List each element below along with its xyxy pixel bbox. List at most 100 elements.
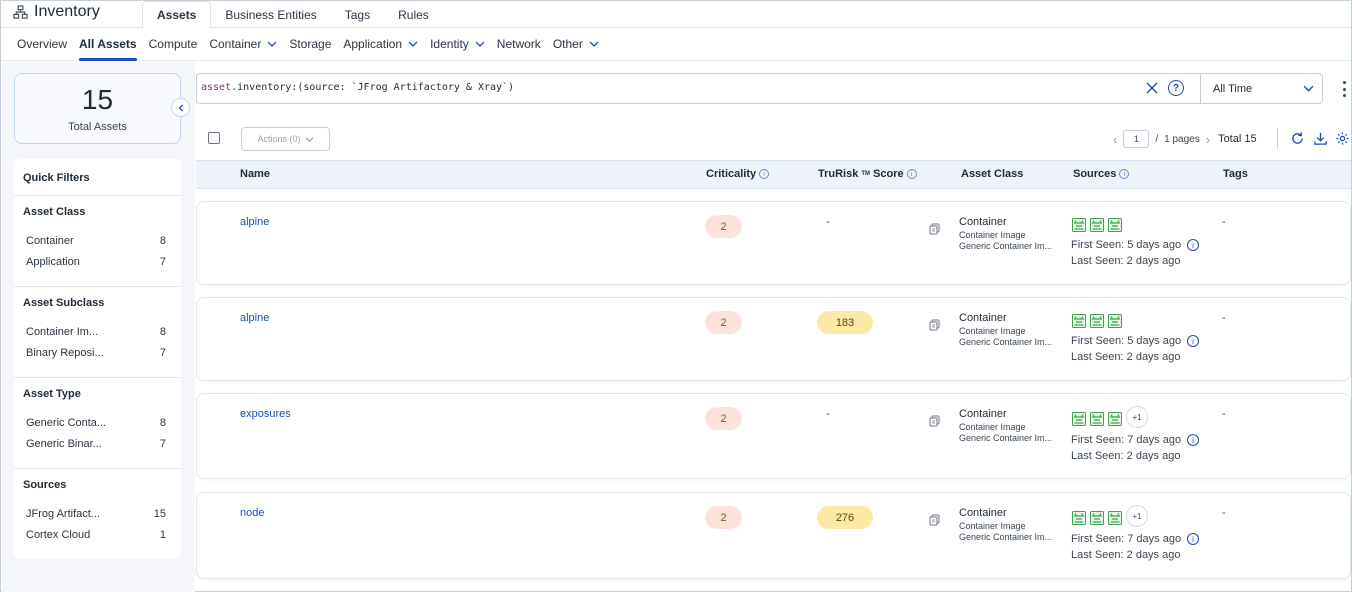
- close-icon[interactable]: [1145, 81, 1159, 95]
- tab-label: Rules: [398, 7, 429, 22]
- chevron-left-icon[interactable]: ‹: [1113, 132, 1117, 147]
- copy-icon[interactable]: [929, 223, 940, 235]
- subnav-all-assets[interactable]: All Assets: [79, 28, 137, 61]
- table-row[interactable]: alpine 2 183 Container Container Image G…: [196, 297, 1351, 381]
- filter-item[interactable]: Application 7: [26, 256, 166, 268]
- more-sources-badge[interactable]: +1: [1126, 406, 1148, 428]
- asset-name-link[interactable]: alpine: [240, 216, 269, 228]
- tab-assets[interactable]: Assets: [142, 1, 212, 29]
- column-header-tags[interactable]: Tags: [1223, 168, 1248, 180]
- last-seen-text: Last Seen: 2 days ago: [1071, 549, 1181, 561]
- asset-name-link[interactable]: alpine: [240, 312, 269, 324]
- filter-item[interactable]: Generic Binar... 7: [26, 438, 166, 450]
- tab-tags[interactable]: Tags: [331, 1, 384, 28]
- asset-type: Generic Container Im...: [959, 433, 1053, 443]
- info-icon[interactable]: i: [1187, 434, 1200, 446]
- info-icon[interactable]: i: [759, 169, 770, 179]
- sources-icons: +1: [1072, 406, 1148, 428]
- tab-rules[interactable]: Rules: [384, 1, 443, 28]
- jfrog-logo-icon: [1072, 412, 1086, 426]
- subnav-container[interactable]: Container: [209, 28, 277, 61]
- jfrog-logo-icon: [1108, 218, 1122, 232]
- filter-item[interactable]: Container Im... 8: [26, 326, 166, 338]
- filter-item[interactable]: Container 8: [26, 235, 166, 247]
- actions-dropdown-button[interactable]: Actions (0): [241, 127, 330, 151]
- column-header-criticality[interactable]: Criticality i: [706, 168, 770, 180]
- time-range-select[interactable]: All Time: [1201, 73, 1323, 104]
- trurisk-score-empty: -: [826, 408, 830, 420]
- subnav-storage[interactable]: Storage: [289, 28, 331, 61]
- column-header-name[interactable]: Name: [240, 168, 270, 180]
- table-row[interactable]: exposures 2 - Container Container Image …: [196, 393, 1351, 479]
- settings-gear-icon[interactable]: [1335, 131, 1350, 146]
- page-number-input[interactable]: 1: [1123, 130, 1150, 148]
- column-label: Criticality: [706, 168, 757, 180]
- criticality-badge: 2: [705, 506, 742, 529]
- info-icon[interactable]: i: [1119, 169, 1130, 179]
- top-bar: Inventory Assets Business Entities Tags …: [1, 1, 1351, 29]
- sub-navigation: Overview All Assets Compute Container St…: [1, 28, 1351, 61]
- asset-class: Container: [959, 312, 1007, 324]
- chevron-right-icon[interactable]: ›: [1206, 132, 1210, 147]
- divider: [14, 377, 181, 378]
- time-range-value: All Time: [1213, 82, 1253, 95]
- table-row[interactable]: alpine 2 - Container Container Image Gen…: [196, 201, 1351, 285]
- subnav-compute[interactable]: Compute: [149, 28, 198, 61]
- search-input[interactable]: asset.inventory:(source: `JFrog Artifact…: [196, 73, 1201, 104]
- asset-subclass: Container Image: [959, 326, 1026, 336]
- subnav-application[interactable]: Application: [343, 28, 418, 61]
- copy-icon[interactable]: [929, 319, 940, 331]
- filter-item[interactable]: Cortex Cloud 1: [26, 529, 166, 541]
- column-header-trurisk[interactable]: TruRisk TM Score i: [818, 168, 917, 180]
- filter-label: JFrog Artifact...: [26, 508, 100, 520]
- table-row[interactable]: node 2 276 Container Container Image Gen…: [196, 492, 1351, 579]
- column-label: Asset Class: [961, 168, 1024, 180]
- jfrog-logo-icon: [1090, 218, 1104, 232]
- filter-item[interactable]: Binary Reposi... 7: [26, 347, 166, 359]
- jfrog-logo-icon: [1090, 511, 1104, 525]
- download-icon[interactable]: [1313, 131, 1328, 146]
- asset-name-link[interactable]: exposures: [240, 408, 291, 420]
- total-assets-count: 15: [81, 84, 114, 115]
- trurisk-score-badge: 183: [817, 311, 873, 334]
- tags-cell: -: [1222, 216, 1226, 228]
- select-all-checkbox[interactable]: [208, 132, 220, 144]
- jfrog-logo-icon: [1072, 314, 1086, 328]
- divider: [14, 468, 181, 469]
- info-icon[interactable]: i: [906, 169, 917, 179]
- collapse-sidebar-button[interactable]: [171, 98, 190, 117]
- subnav-overview[interactable]: Overview: [17, 28, 67, 61]
- more-options-icon[interactable]: [1340, 81, 1348, 97]
- more-sources-badge[interactable]: +1: [1126, 505, 1148, 527]
- info-icon[interactable]: i: [1187, 239, 1200, 251]
- jfrog-logo-icon: [1108, 314, 1122, 328]
- column-label: Tags: [1223, 168, 1248, 180]
- subnav-network[interactable]: Network: [497, 28, 541, 61]
- asset-name-link[interactable]: node: [240, 507, 264, 519]
- column-label: Score: [873, 168, 904, 180]
- filter-item[interactable]: Generic Conta... 8: [26, 417, 166, 429]
- asset-class: Container: [959, 408, 1007, 420]
- divider: [1277, 128, 1278, 148]
- filter-label: Cortex Cloud: [26, 529, 91, 541]
- quick-filters-title: Quick Filters: [23, 172, 90, 184]
- help-icon[interactable]: ?: [1168, 80, 1184, 96]
- info-icon[interactable]: i: [1187, 533, 1200, 545]
- filter-item[interactable]: JFrog Artifact... 15: [26, 508, 166, 520]
- last-seen-text: Last Seen: 2 days ago: [1071, 450, 1181, 462]
- subnav-identity[interactable]: Identity: [430, 28, 485, 61]
- trademark-mark: TM: [861, 171, 871, 177]
- copy-icon[interactable]: [929, 514, 940, 526]
- filter-label: Binary Reposi...: [26, 347, 104, 359]
- chevron-down-icon: [589, 41, 599, 47]
- column-header-sources[interactable]: Sources i: [1073, 168, 1130, 180]
- refresh-icon[interactable]: [1290, 131, 1305, 146]
- asset-class-cell: Container Container Image Generic Contai…: [959, 408, 1059, 443]
- tab-business-entities[interactable]: Business Entities: [211, 1, 330, 28]
- subnav-other[interactable]: Other: [553, 28, 599, 61]
- column-header-asset-class[interactable]: Asset Class: [961, 168, 1023, 180]
- info-icon[interactable]: i: [1187, 335, 1200, 347]
- last-seen: Last Seen: 2 days ago: [1071, 450, 1180, 462]
- tab-label: Business Entities: [225, 7, 317, 22]
- copy-icon[interactable]: [929, 415, 940, 427]
